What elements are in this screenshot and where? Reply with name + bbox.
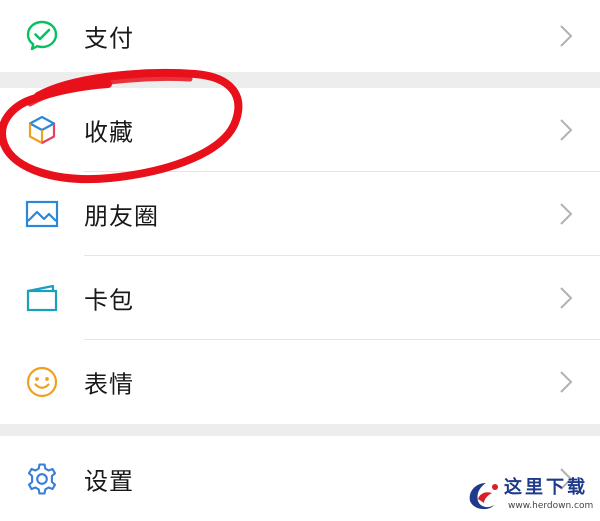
menu-item-stickers-label: 表情	[84, 370, 134, 399]
watermark-title: 这里下载	[504, 477, 588, 498]
chevron-right-icon	[560, 119, 573, 141]
menu-item-favorites[interactable]: 收藏	[0, 88, 600, 172]
menu-item-settings-label: 设置	[84, 467, 134, 495]
watermark-url: www.herdown.com	[508, 501, 594, 511]
menu-item-pay-label: 支付	[84, 24, 134, 53]
pay-group: 支付	[0, 0, 600, 72]
smiley-icon	[24, 364, 60, 400]
menu-item-moments-label: 朋友圈	[84, 202, 159, 231]
chevron-right-icon	[560, 25, 573, 47]
favorites-cube-icon	[24, 112, 60, 148]
chevron-right-icon	[560, 203, 573, 225]
moments-picture-icon	[24, 196, 60, 232]
menu-item-stickers[interactable]: 表情	[0, 340, 600, 424]
wechat-pay-icon	[24, 18, 60, 54]
menu-item-moments[interactable]: 朋友圈	[0, 172, 600, 256]
site-watermark: 这里下载 www.herdown.com	[464, 473, 594, 517]
gear-icon	[24, 461, 60, 497]
menu-item-favorites-label: 收藏	[84, 118, 134, 147]
services-group: 收藏 朋友圈 卡包 表情	[0, 88, 600, 424]
chevron-right-icon	[560, 371, 573, 393]
menu-item-pay[interactable]: 支付	[0, 0, 600, 72]
card-wallet-icon	[24, 280, 60, 316]
chevron-right-icon	[560, 287, 573, 309]
site-logo-icon	[469, 483, 498, 510]
menu-item-cards-label: 卡包	[84, 286, 134, 315]
menu-item-cards[interactable]: 卡包	[0, 256, 600, 340]
